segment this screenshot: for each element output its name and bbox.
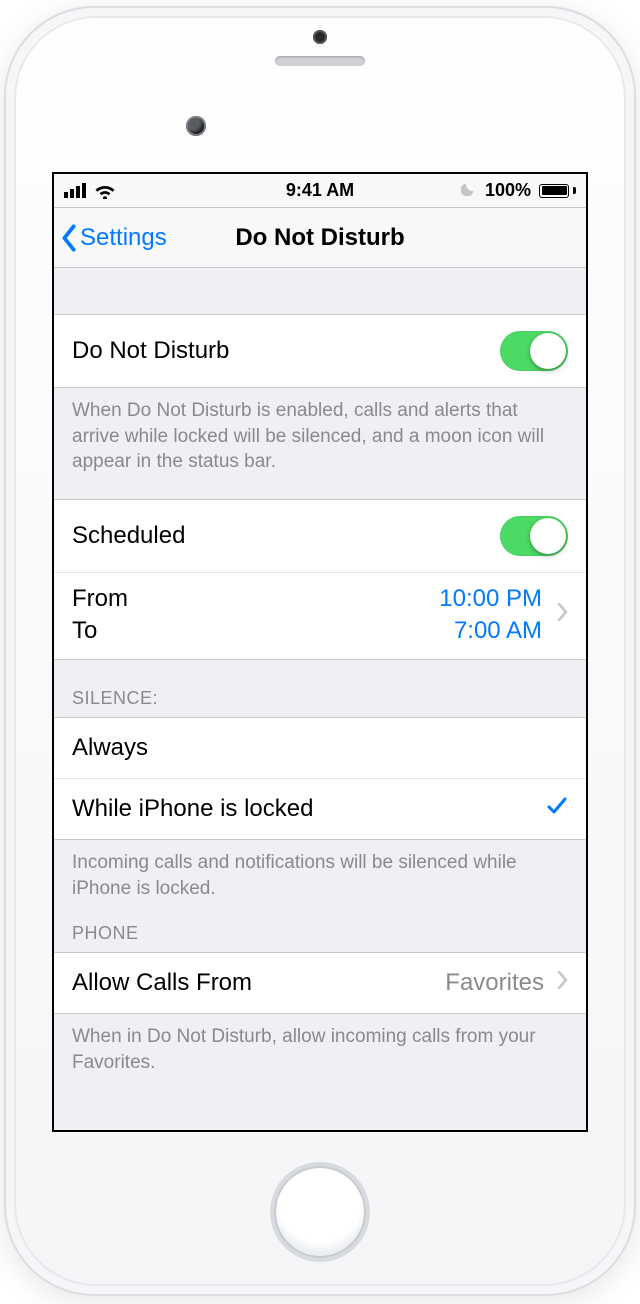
- scheduled-time-row[interactable]: From 10:00 PM To 7:00 AM: [54, 573, 586, 660]
- back-label: Settings: [80, 224, 167, 252]
- proximity-sensor: [313, 30, 327, 44]
- dnd-toggle-label: Do Not Disturb: [72, 337, 500, 365]
- scheduled-from-label: From: [72, 585, 128, 613]
- status-time: 9:41 AM: [286, 180, 354, 201]
- allow-calls-value: Favorites: [445, 969, 544, 997]
- back-button[interactable]: Settings: [54, 224, 167, 252]
- scheduled-to-label: To: [72, 617, 97, 645]
- silence-option-always[interactable]: Always: [54, 717, 586, 779]
- silence-footer: Incoming calls and notifications will be…: [54, 840, 586, 901]
- scheduled-toggle-row[interactable]: Scheduled: [54, 499, 586, 573]
- dnd-footer: When Do Not Disturb is enabled, calls an…: [54, 388, 586, 475]
- navigation-bar: Settings Do Not Disturb: [54, 208, 586, 268]
- chevron-right-icon: [556, 969, 568, 997]
- screen: 9:41 AM 100% Settings Do Not Disturb Do …: [52, 172, 588, 1132]
- allow-calls-label: Allow Calls From: [72, 969, 445, 997]
- status-bar: 9:41 AM 100%: [54, 174, 586, 208]
- scheduled-label: Scheduled: [72, 522, 500, 550]
- front-camera: [186, 116, 206, 136]
- allow-calls-footer: When in Do Not Disturb, allow incoming c…: [54, 1014, 586, 1075]
- iphone-device-frame: 9:41 AM 100% Settings Do Not Disturb Do …: [4, 6, 636, 1296]
- battery-icon: [539, 184, 576, 198]
- battery-percent: 100%: [485, 180, 531, 201]
- wifi-icon: [94, 183, 116, 199]
- chevron-right-icon: [556, 601, 568, 629]
- dnd-switch[interactable]: [500, 331, 568, 371]
- silence-locked-label: While iPhone is locked: [72, 795, 546, 823]
- chevron-left-icon: [60, 224, 78, 252]
- phone-header: PHONE: [54, 901, 586, 952]
- silence-always-label: Always: [72, 734, 568, 762]
- signal-strength-icon: [64, 183, 86, 198]
- scheduled-switch[interactable]: [500, 516, 568, 556]
- silence-header: SILENCE:: [54, 660, 586, 717]
- scheduled-from-value: 10:00 PM: [439, 585, 542, 613]
- home-button[interactable]: [274, 1166, 366, 1258]
- checkmark-icon: [546, 795, 568, 823]
- earpiece-speaker: [275, 56, 365, 66]
- do-not-disturb-moon-icon: [461, 180, 477, 201]
- dnd-toggle-row[interactable]: Do Not Disturb: [54, 314, 586, 388]
- allow-calls-row[interactable]: Allow Calls From Favorites: [54, 952, 586, 1014]
- silence-option-locked[interactable]: While iPhone is locked: [54, 779, 586, 840]
- scheduled-to-value: 7:00 AM: [454, 617, 542, 645]
